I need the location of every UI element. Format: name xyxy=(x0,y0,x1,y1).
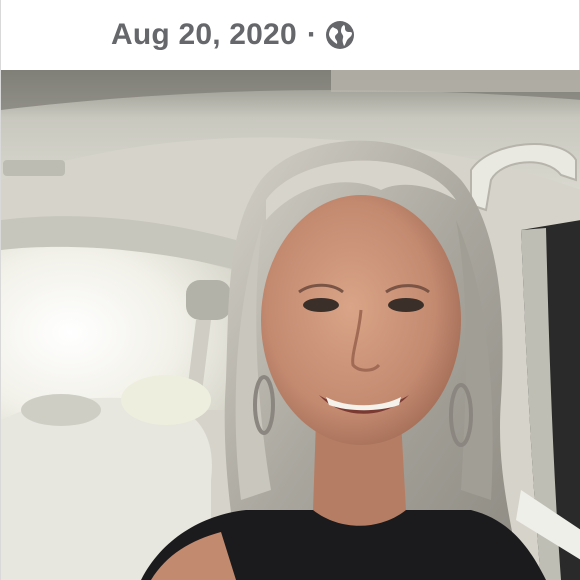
post-photo[interactable] xyxy=(1,70,580,580)
meta-separator: · xyxy=(306,18,317,51)
post-card: Aug 20, 2020 · xyxy=(0,0,580,580)
post-date[interactable]: Aug 20, 2020 xyxy=(111,18,297,52)
globe-icon[interactable] xyxy=(325,20,355,50)
post-meta: Aug 20, 2020 · xyxy=(1,0,580,70)
